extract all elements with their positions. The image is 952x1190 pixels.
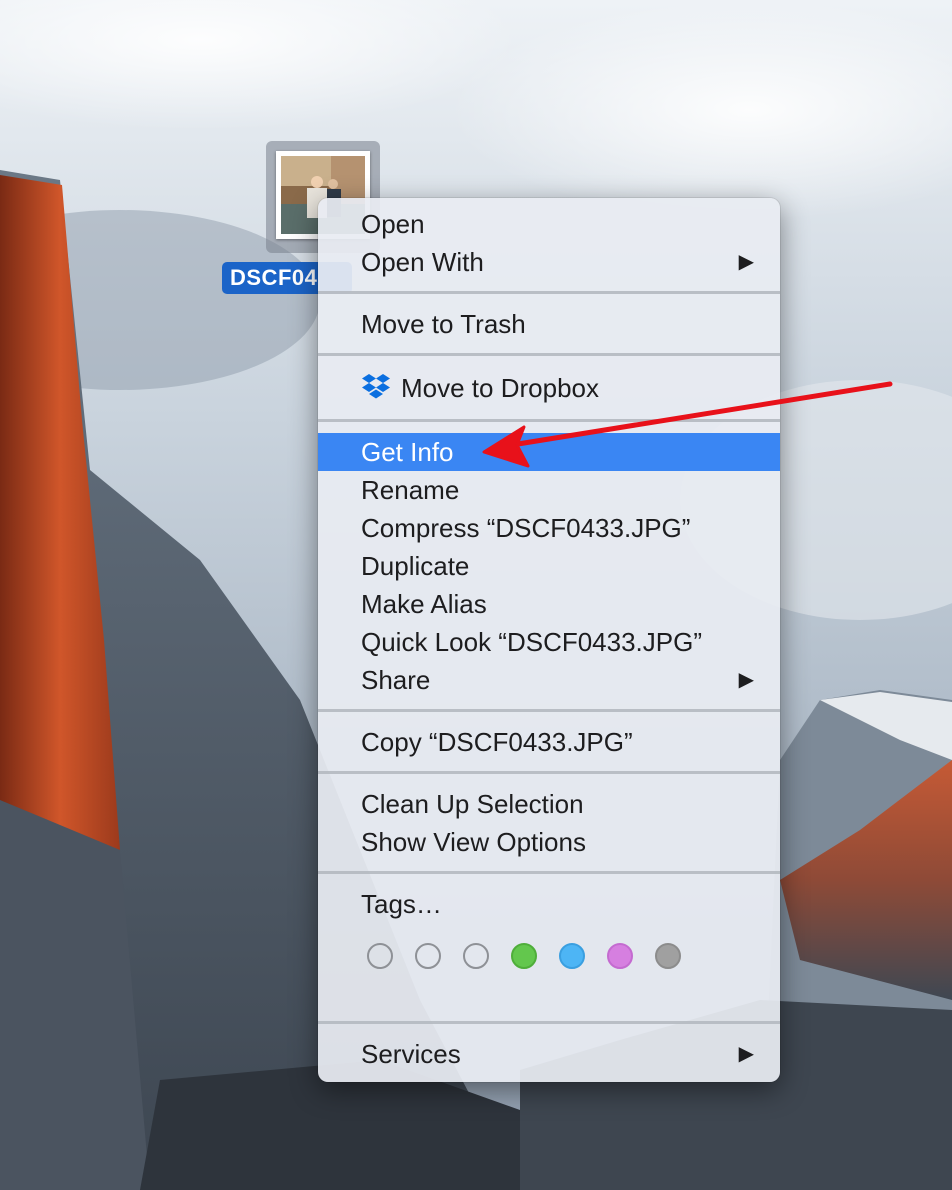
tag-dot-green[interactable] <box>511 943 537 969</box>
menu-item-tags[interactable]: Tags… <box>318 885 780 923</box>
menu-item-label: Open With <box>361 247 484 277</box>
menu-item-label: Move to Trash <box>361 309 526 339</box>
menu-separator <box>318 291 780 294</box>
menu-separator <box>318 871 780 874</box>
menu-separator <box>318 1021 780 1024</box>
menu-item-label: Rename <box>361 475 460 505</box>
dropbox-icon <box>362 374 390 399</box>
chevron-right-icon: ▶ <box>738 251 754 273</box>
menu-item-label: Make Alias <box>361 589 487 619</box>
tag-dot-none[interactable] <box>367 943 393 969</box>
menu-item-share[interactable]: Share ▶ <box>318 661 780 699</box>
menu-item-label: Share <box>361 665 431 695</box>
menu-item-move-to-trash[interactable]: Move to Trash <box>318 305 780 343</box>
tag-dot-purple[interactable] <box>607 943 633 969</box>
menu-separator <box>318 709 780 712</box>
menu-item-label: Clean Up Selection <box>361 789 584 819</box>
menu-item-label: Open <box>361 209 425 239</box>
menu-item-compress[interactable]: Compress “DSCF0433.JPG” <box>318 509 780 547</box>
menu-separator <box>318 771 780 774</box>
menu-item-label: Show View Options <box>361 827 586 857</box>
menu-item-move-to-dropbox[interactable]: Move to Dropbox <box>318 369 780 407</box>
tag-dot-blue[interactable] <box>559 943 585 969</box>
menu-item-show-view-options[interactable]: Show View Options <box>318 823 780 861</box>
menu-item-label: Copy “DSCF0433.JPG” <box>361 727 633 757</box>
menu-item-services[interactable]: Services ▶ <box>318 1035 780 1073</box>
menu-item-clean-up-selection[interactable]: Clean Up Selection <box>318 785 780 823</box>
menu-item-label: Compress “DSCF0433.JPG” <box>361 513 691 543</box>
menu-item-rename[interactable]: Rename <box>318 471 780 509</box>
tag-dot-none[interactable] <box>415 943 441 969</box>
menu-item-copy[interactable]: Copy “DSCF0433.JPG” <box>318 723 780 761</box>
tag-color-row <box>367 943 707 973</box>
chevron-right-icon: ▶ <box>738 669 754 691</box>
chevron-right-icon: ▶ <box>738 1043 754 1065</box>
menu-item-label: Move to Dropbox <box>401 373 599 403</box>
menu-item-duplicate[interactable]: Duplicate <box>318 547 780 585</box>
menu-item-get-info[interactable]: Get Info <box>318 433 780 471</box>
menu-item-make-alias[interactable]: Make Alias <box>318 585 780 623</box>
menu-separator <box>318 353 780 356</box>
tag-dot-gray[interactable] <box>655 943 681 969</box>
menu-item-label: Get Info <box>361 437 454 467</box>
menu-item-open[interactable]: Open <box>318 205 780 243</box>
tag-dot-none[interactable] <box>463 943 489 969</box>
menu-separator <box>318 419 780 422</box>
menu-item-label: Duplicate <box>361 551 470 581</box>
context-menu: Open Open With ▶ Move to Trash Move to D… <box>318 198 780 1082</box>
menu-item-open-with[interactable]: Open With ▶ <box>318 243 780 281</box>
menu-item-label: Tags… <box>361 889 442 919</box>
menu-item-label: Services <box>361 1039 461 1069</box>
menu-item-label: Quick Look “DSCF0433.JPG” <box>361 627 703 657</box>
menu-item-quick-look[interactable]: Quick Look “DSCF0433.JPG” <box>318 623 780 661</box>
